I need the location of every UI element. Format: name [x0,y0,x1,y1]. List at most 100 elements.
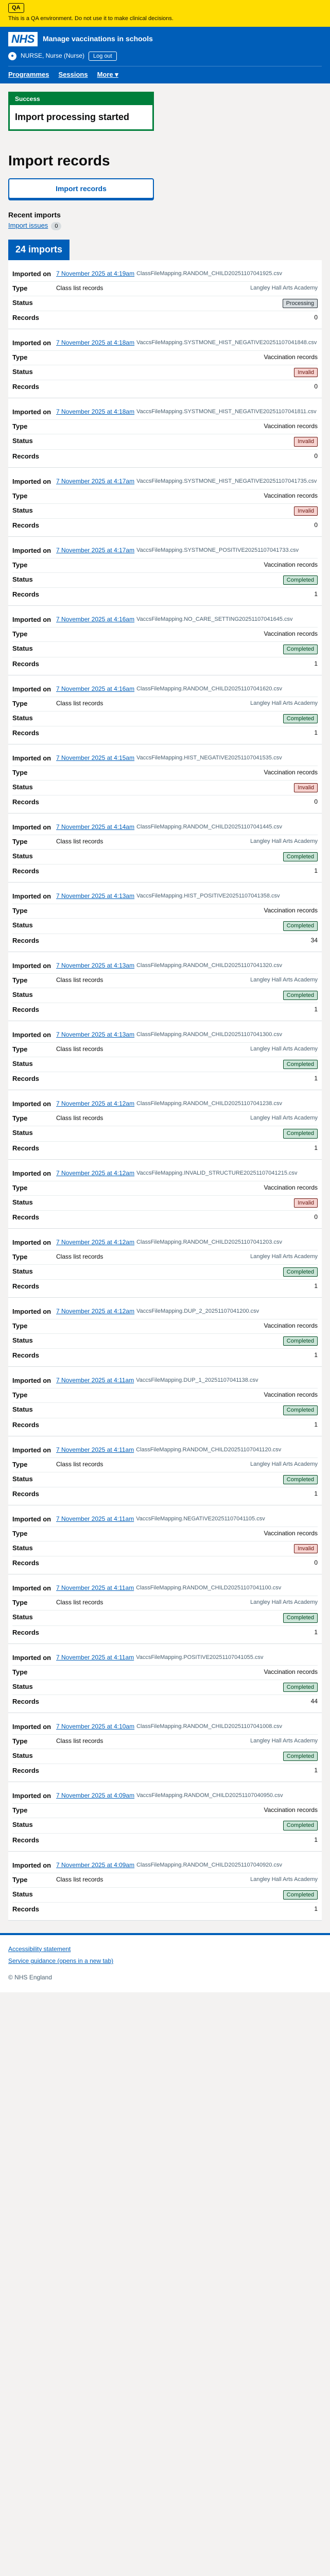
import-filename: VaccsFileMapping.NO_CARE_SETTING20251107… [136,616,293,623]
records-count: 1 [314,1075,318,1082]
status-row: Status Completed [12,919,318,934]
status-badge: Completed [283,1405,318,1415]
guidance-link[interactable]: Service guidance (opens in a new tab) [8,1957,322,1965]
import-date-link[interactable]: 7 November 2025 at 4:09am [56,1792,134,1800]
records-count: 0 [314,798,318,806]
imported-on-row: Imported on 7 November 2025 at 4:09am Va… [12,1789,318,1804]
import-issues-link[interactable]: Import issues [8,222,48,230]
import-date-link[interactable]: 7 November 2025 at 4:10am [56,1723,134,1731]
import-date-link[interactable]: 7 November 2025 at 4:16am [56,685,134,693]
imported-on-label: Imported on [12,1792,51,1800]
records-label: Records [12,867,40,875]
nav-more[interactable]: More ▾ [97,71,118,79]
status-badge: Completed [283,575,318,585]
import-date-link[interactable]: 7 November 2025 at 4:11am [56,1515,134,1523]
imported-on-row: Imported on 7 November 2025 at 4:11am Va… [12,1651,318,1666]
site-header: NHS Manage vaccinations in schools ● NUR… [0,26,330,83]
records-count: 1 [314,728,318,736]
import-date-link[interactable]: 7 November 2025 at 4:11am [56,1654,134,1662]
import-date-link[interactable]: 7 November 2025 at 4:17am [56,547,134,555]
logout-button[interactable]: Log out [89,51,117,61]
imports-list: Imported on 7 November 2025 at 4:19am Cl… [8,260,322,1921]
imported-on-row: Imported on 7 November 2025 at 4:12am Va… [12,1167,318,1181]
nhs-logo[interactable]: NHS [8,31,38,46]
import-type: Vaccination records [264,768,318,776]
import-date-link[interactable]: 7 November 2025 at 4:11am [56,1377,134,1385]
import-date-link[interactable]: 7 November 2025 at 4:14am [56,823,134,832]
status-label: Status [12,298,33,307]
imported-on-row: Imported on 7 November 2025 at 4:11am Va… [12,1513,318,1528]
type-label: Type [12,1252,28,1261]
records-row: Records 44 [12,1695,318,1709]
import-date-link[interactable]: 7 November 2025 at 4:11am [56,1584,134,1592]
import-type: Vaccination records [264,907,318,914]
status-badge: Completed [283,921,318,931]
type-label: Type [12,907,28,915]
import-item: Imported on 7 November 2025 at 4:11am Va… [8,1367,322,1436]
import-date-link[interactable]: 7 November 2025 at 4:18am [56,339,134,347]
records-row: Records 1 [12,726,318,741]
import-date-link[interactable]: 7 November 2025 at 4:11am [56,1446,134,1454]
type-label: Type [12,1668,28,1676]
imported-on-label: Imported on [12,477,51,485]
import-filename: ClassFileMapping.RANDOM_CHILD20251107041… [136,1100,282,1107]
imported-on-label: Imported on [12,1446,51,1454]
import-date-link[interactable]: 7 November 2025 at 4:18am [56,408,134,416]
import-item: Imported on 7 November 2025 at 4:15am Va… [8,744,322,814]
import-filename: VaccsFileMapping.SYSTMONE_HIST_NEGATIVE2… [136,340,317,346]
nav-sessions[interactable]: Sessions [58,71,88,79]
import-filename: VaccsFileMapping.SYSTMONE_POSITIVE202511… [136,547,299,553]
status-badge: Completed [283,1129,318,1139]
type-row: Type Class list records Langley Hall Art… [12,1043,318,1057]
records-row: Records 0 [12,795,318,810]
import-date-link[interactable]: 7 November 2025 at 4:12am [56,1170,134,1178]
import-school: Langley Hall Arts Academy [250,1115,318,1122]
import-date-link[interactable]: 7 November 2025 at 4:19am [56,270,134,278]
import-date-link[interactable]: 7 November 2025 at 4:12am [56,1100,134,1108]
import-date-link[interactable]: 7 November 2025 at 4:15am [56,754,134,762]
type-label: Type [12,1391,28,1399]
status-badge: Invalid [294,368,318,378]
import-filename: ClassFileMapping.RANDOM_CHILD20251107041… [136,270,282,277]
imported-on-label: Imported on [12,1308,51,1316]
import-date-link[interactable]: 7 November 2025 at 4:12am [56,1239,134,1247]
import-date-link[interactable]: 7 November 2025 at 4:13am [56,1031,134,1039]
import-school: Langley Hall Arts Academy [250,1876,318,1883]
records-label: Records [12,1282,40,1291]
imported-on-row: Imported on 7 November 2025 at 4:12am Va… [12,1305,318,1320]
records-row: Records 1 [12,657,318,672]
import-records-button[interactable]: Import records [8,178,154,199]
import-date-link[interactable]: 7 November 2025 at 4:16am [56,616,134,624]
environment-text: This is a QA environment. Do not use it … [8,15,173,22]
import-school: Langley Hall Arts Academy [250,976,318,983]
import-type: Vaccination records [264,353,318,361]
type-row: Type Class list records Langley Hall Art… [12,1596,318,1611]
records-count: 1 [314,1282,318,1290]
import-type: Vaccination records [264,1322,318,1330]
nav-programmes[interactable]: Programmes [8,71,49,79]
status-badge: Completed [283,1613,318,1623]
status-row: Status Invalid [12,434,318,450]
copyright: © NHS England [8,1974,52,1981]
status-row: Status Completed [12,1818,318,1834]
imported-on-label: Imported on [12,961,51,970]
import-date-link[interactable]: 7 November 2025 at 4:09am [56,1861,134,1870]
import-filename: ClassFileMapping.RANDOM_CHILD20251107041… [136,824,282,831]
import-school: Langley Hall Arts Academy [250,1599,318,1606]
type-label: Type [12,353,28,362]
type-row: Type Vaccination records [12,489,318,504]
import-type: Class list records [56,976,103,984]
accessibility-link[interactable]: Accessibility statement [8,1945,322,1954]
records-row: Records 1 [12,1903,318,1917]
import-date-link[interactable]: 7 November 2025 at 4:12am [56,1308,134,1316]
service-name[interactable]: Manage vaccinations in schools [43,35,153,43]
import-date-link[interactable]: 7 November 2025 at 4:17am [56,478,134,486]
import-date-link[interactable]: 7 November 2025 at 4:13am [56,892,134,901]
import-filename: ClassFileMapping.RANDOM_CHILD20251107041… [136,1585,282,1591]
import-item: Imported on 7 November 2025 at 4:13am Cl… [8,1021,322,1091]
records-label: Records [12,1420,40,1429]
records-label: Records [12,1697,40,1705]
status-row: Status Completed [12,1680,318,1695]
records-row: Records 1 [12,1834,318,1848]
import-date-link[interactable]: 7 November 2025 at 4:13am [56,962,134,970]
